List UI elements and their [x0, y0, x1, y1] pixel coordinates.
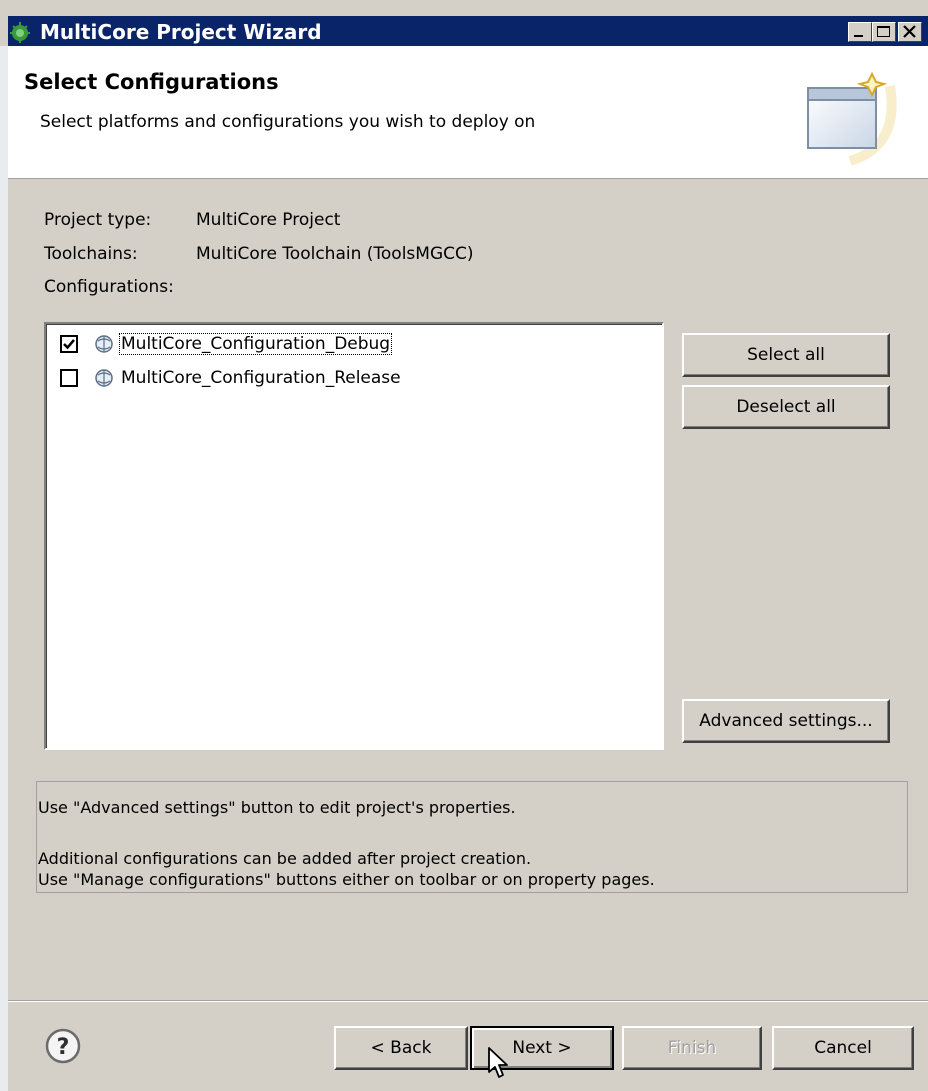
project-type-label: Project type:	[44, 210, 152, 230]
list-item[interactable]: MultiCore_Configuration_Debug	[118, 333, 393, 355]
select-all-button[interactable]: Select all	[682, 333, 890, 377]
page-description: Select platforms and configurations you …	[40, 112, 536, 132]
info-manage-text: Use "Manage configurations" buttons eith…	[38, 870, 655, 889]
advanced-settings-button[interactable]: Advanced settings...	[682, 699, 890, 743]
close-button[interactable]	[898, 22, 922, 42]
background-strip	[0, 46, 8, 1091]
svg-text:?: ?	[57, 1035, 70, 1060]
divider	[8, 1000, 928, 1002]
minimize-icon	[854, 35, 863, 37]
debug-config-checkbox[interactable]	[60, 335, 78, 353]
window-title: MultiCore Project Wizard	[40, 20, 322, 44]
cancel-button[interactable]: Cancel	[772, 1026, 914, 1070]
release-config-checkbox[interactable]	[60, 369, 78, 387]
info-advanced-text: Use "Advanced settings" button to edit p…	[38, 798, 516, 817]
finish-button[interactable]: Finish	[622, 1026, 762, 1070]
help-icon[interactable]: ?	[44, 1027, 82, 1065]
debug-config-label: MultiCore_Configuration_Debug	[118, 333, 393, 355]
checkmark-icon	[63, 339, 75, 350]
maximize-icon	[877, 26, 890, 37]
close-icon	[903, 25, 916, 38]
configurations-label: Configurations:	[44, 277, 174, 297]
configuration-icon	[95, 335, 113, 353]
minimize-button[interactable]	[848, 22, 872, 42]
list-item[interactable]: MultiCore_Configuration_Release	[121, 368, 401, 388]
release-config-label: MultiCore_Configuration_Release	[121, 368, 401, 388]
info-additional-text: Additional configurations can be added a…	[38, 849, 532, 868]
configuration-icon	[95, 369, 113, 387]
app-icon	[10, 22, 30, 43]
page-title: Select Configurations	[24, 70, 279, 94]
wizard-banner-icon	[807, 71, 897, 166]
deselect-all-button[interactable]: Deselect all	[682, 385, 890, 429]
back-button[interactable]: < Back	[334, 1026, 468, 1070]
toolchains-value: MultiCore Toolchain (ToolsMGCC)	[196, 244, 474, 264]
mouse-cursor-icon	[488, 1047, 508, 1078]
maximize-button[interactable]	[872, 22, 896, 42]
project-type-value: MultiCore Project	[196, 210, 341, 230]
toolchains-label: Toolchains:	[44, 244, 138, 264]
